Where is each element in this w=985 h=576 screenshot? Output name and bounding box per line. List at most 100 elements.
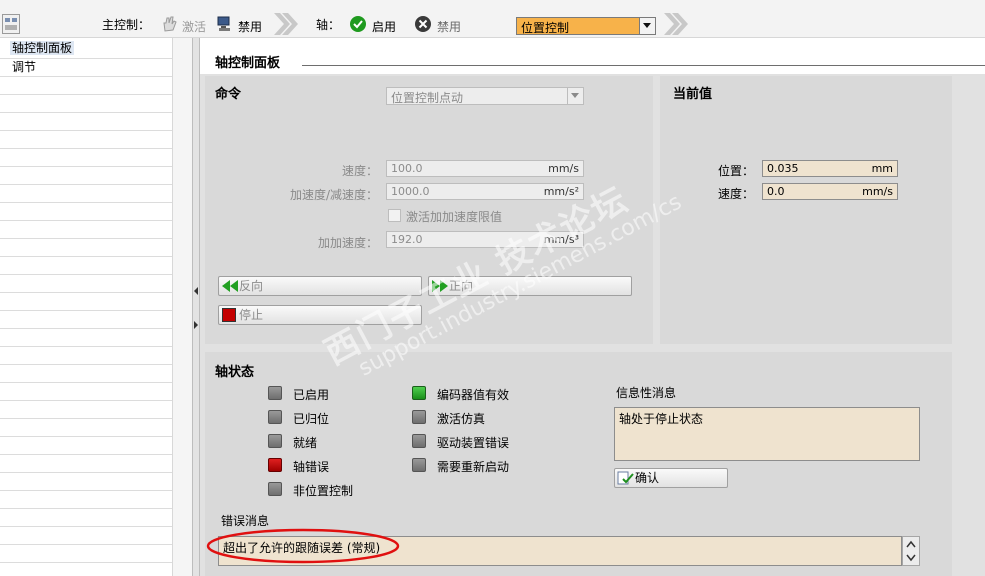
- divider: [0, 112, 172, 113]
- cross-circle-icon: [415, 16, 431, 32]
- command-title: 命令: [215, 87, 242, 102]
- position-unit: mm: [871, 162, 893, 175]
- divider: [0, 526, 172, 527]
- tree-item-axis-control-panel[interactable]: 轴控制面板: [10, 41, 75, 55]
- scroll-down-icon[interactable]: [905, 552, 917, 564]
- chevron-right-icon: [274, 13, 298, 35]
- title-rule: [302, 65, 985, 66]
- divider: [0, 346, 172, 347]
- expand-right-icon[interactable]: [193, 320, 200, 330]
- divider: [0, 364, 172, 365]
- backward-icon: [222, 280, 238, 292]
- divider: [0, 166, 172, 167]
- info-message-text: 轴处于停止状态: [619, 412, 704, 426]
- backward-label: 反向: [239, 279, 264, 293]
- divider: [0, 238, 172, 239]
- status-led-enabled: [268, 386, 282, 400]
- status-label-axis-error: 轴错误: [293, 460, 330, 474]
- chevron-down-icon[interactable]: [639, 18, 655, 34]
- pc-icon: [217, 16, 230, 31]
- jerk-label: 加加速度：: [317, 236, 378, 250]
- view-toggle-icon[interactable]: [2, 14, 20, 34]
- status-led-homed: [268, 410, 282, 424]
- forward-label: 正向: [449, 279, 474, 293]
- current-velocity-label: 速度：: [717, 187, 754, 201]
- error-scrollbar[interactable]: [902, 536, 920, 566]
- position-value: 0.035: [767, 162, 799, 175]
- tree-item-tuning[interactable]: 调节: [12, 60, 36, 74]
- activate-label: 激活: [182, 20, 207, 34]
- forward-icon: [432, 280, 448, 292]
- annotation-ellipse: [206, 528, 400, 564]
- divider: [0, 274, 172, 275]
- divider: [0, 148, 172, 149]
- mode-dropdown[interactable]: 位置控制: [516, 17, 656, 35]
- chevron-down-icon[interactable]: [567, 88, 583, 104]
- divider: [0, 130, 172, 131]
- divider: [0, 310, 172, 311]
- accel-unit: mm/s²: [543, 185, 579, 198]
- acknowledge-button[interactable]: 确认: [614, 468, 728, 488]
- status-label-ready: 就绪: [293, 436, 318, 450]
- current-value-title: 当前值: [673, 87, 713, 102]
- stop-label: 停止: [239, 308, 264, 322]
- status-label-encoder-valid: 编码器值有效: [437, 388, 510, 402]
- chevron-right-icon: [664, 13, 688, 35]
- divider: [0, 436, 172, 437]
- accel-value: 1000.0: [391, 185, 430, 198]
- activate-button[interactable]: 激活: [158, 14, 210, 34]
- divider: [0, 562, 172, 563]
- divider: [0, 508, 172, 509]
- jerk-limit-checkbox[interactable]: [388, 209, 401, 222]
- divider: [0, 472, 172, 473]
- current-velocity-value: 0.0: [767, 185, 785, 198]
- current-velocity-field: 0.0 mm/s: [762, 183, 898, 200]
- command-mode-dropdown[interactable]: 位置控制点动: [386, 87, 584, 105]
- accel-input[interactable]: 1000.0 mm/s²: [386, 183, 584, 200]
- scroll-up-icon[interactable]: [905, 538, 917, 550]
- velocity-input[interactable]: 100.0 mm/s: [386, 160, 584, 177]
- divider: [0, 184, 172, 185]
- stop-button[interactable]: 停止: [218, 305, 422, 325]
- page-title: 轴控制面板: [215, 56, 281, 71]
- position-label: 位置：: [717, 164, 754, 178]
- tree-scrollbar[interactable]: [172, 38, 192, 576]
- deactivate-label: 禁用: [238, 20, 263, 34]
- velocity-value: 100.0: [391, 162, 423, 175]
- jerk-input[interactable]: 192.0 mm/s³: [386, 231, 584, 248]
- tree-item-label: 轴控制面板: [12, 41, 73, 55]
- panel-header: [200, 38, 985, 74]
- jerk-value: 192.0: [391, 233, 423, 246]
- acknowledge-icon: [617, 471, 634, 485]
- divider: [0, 382, 172, 383]
- divider: [0, 490, 172, 491]
- backward-button[interactable]: 反向: [218, 276, 422, 296]
- check-icon: [350, 16, 366, 32]
- status-led-axis-error: [268, 458, 282, 472]
- mode-dropdown-value: 位置控制: [521, 21, 570, 35]
- forward-button[interactable]: 正向: [428, 276, 632, 296]
- tree-item-label: 调节: [12, 60, 37, 74]
- jerk-unit: mm/s³: [543, 233, 579, 246]
- info-message-label: 信息性消息: [616, 386, 677, 400]
- disable-button[interactable]: 禁用: [413, 14, 471, 34]
- enable-button[interactable]: 启用: [348, 14, 406, 34]
- status-led-simulation: [412, 410, 426, 424]
- disable-label: 禁用: [437, 20, 462, 34]
- collapse-left-icon[interactable]: [193, 286, 200, 296]
- current-velocity-unit: mm/s: [862, 185, 893, 198]
- divider: [0, 58, 172, 59]
- jerk-limit-checkbox-label: 激活加加速度限值: [406, 210, 503, 224]
- divider: [0, 94, 172, 95]
- deactivate-button[interactable]: 禁用: [214, 14, 266, 34]
- status-led-encoder-valid: [412, 386, 426, 400]
- status-led-ready: [268, 434, 282, 448]
- splitter[interactable]: [192, 38, 200, 576]
- navigation-tree: 轴控制面板 调节: [0, 38, 192, 576]
- status-label-simulation: 激活仿真: [437, 412, 486, 426]
- velocity-label: 速度：: [341, 164, 378, 178]
- status-label-enabled: 已启用: [293, 388, 330, 402]
- status-label-drive-error: 驱动装置错误: [437, 436, 510, 450]
- current-value-section: [660, 76, 952, 344]
- stop-icon: [222, 308, 236, 322]
